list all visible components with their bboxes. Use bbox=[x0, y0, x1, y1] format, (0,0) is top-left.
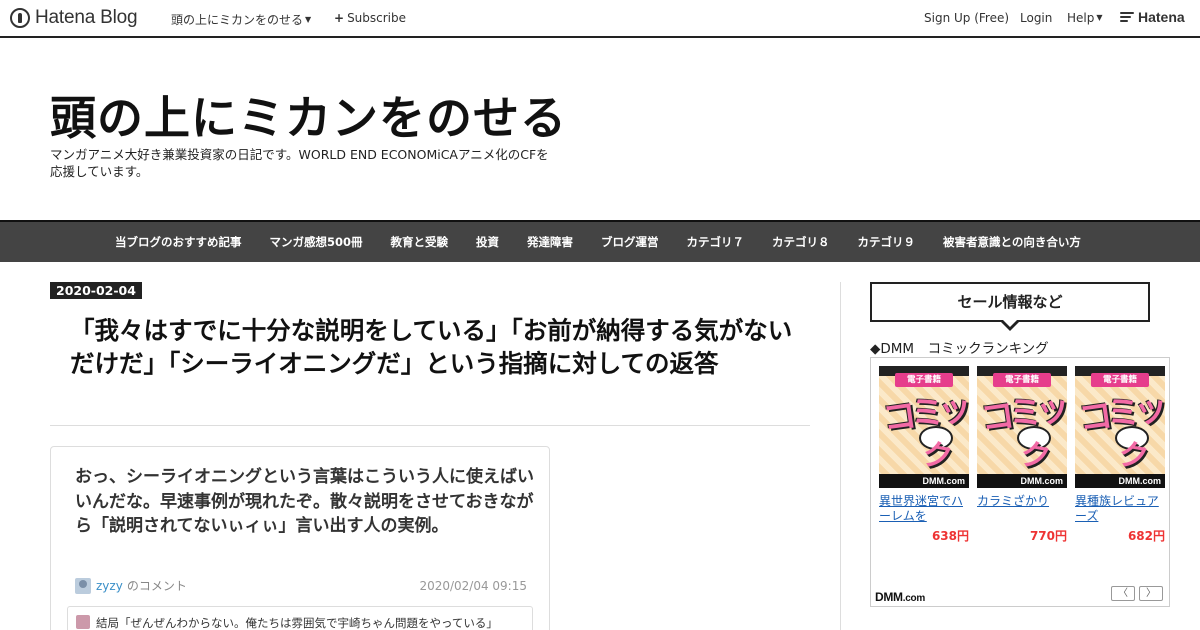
ranking-item[interactable]: 電子書籍 コミック DMM.com カラミざかり 770円 bbox=[977, 366, 1067, 544]
comment-timestamp[interactable]: 2020/02/04 09:15 bbox=[419, 579, 527, 593]
cover-brand: DMM.com bbox=[1075, 474, 1165, 488]
ranking-item[interactable]: 電子書籍 コミック DMM.com 異種族レビュアーズ 682円 bbox=[1075, 366, 1165, 544]
plus-icon: + bbox=[334, 11, 345, 25]
nav-item[interactable]: 発達障害 bbox=[513, 234, 587, 250]
global-header: Hatena Blog 頭の上にミカンをのせる ▼ + Subscribe Sign… bbox=[0, 0, 1200, 38]
category-nav: 当ブログのおすすめ記事 マンガ感想500冊 教育と受験 投資 発達障害 ブログ運営 カテゴリ… bbox=[0, 220, 1200, 262]
entry-title[interactable]: 「我々はすでに十分な説明をしている」「お前が納得する気がないだけだ」「シーライオ… bbox=[70, 314, 805, 380]
bookmark-comment-card: おっ、シーライオニングという言葉はこういう人に使えばいいんだな。早速事例が現れた… bbox=[50, 446, 550, 630]
signup-link[interactable]: Sign Up (Free) bbox=[924, 11, 1009, 25]
chevron-down-icon: ▼ bbox=[1096, 13, 1103, 22]
hatena-logo-text: Hatena bbox=[1138, 9, 1185, 25]
dmm-logo-suffix: .com bbox=[902, 593, 925, 604]
comment-label: のコメント bbox=[126, 579, 187, 593]
nav-item[interactable]: マンガ感想500冊 bbox=[256, 234, 377, 250]
login-link[interactable]: Login bbox=[1020, 11, 1052, 25]
nav-item[interactable]: ブログ運営 bbox=[587, 234, 673, 250]
dmm-ranking-widget: 電子書籍 コミック DMM.com 異世界迷宮でハーレムを 638円 電子書籍 コミック DM… bbox=[870, 357, 1170, 607]
prev-button[interactable]: 〈 bbox=[1111, 586, 1135, 601]
dmm-logo-text: DMM bbox=[875, 590, 903, 604]
hatena-stripes-icon bbox=[1120, 12, 1134, 22]
comic-title-link[interactable]: 異種族レビュアーズ bbox=[1075, 494, 1165, 524]
blog-menu-dropdown[interactable]: 頭の上にミカンをのせる ▼ bbox=[171, 11, 311, 28]
cover-brand: DMM.com bbox=[977, 474, 1067, 488]
comic-cover-image[interactable]: 電子書籍 コミック DMM.com bbox=[879, 366, 969, 488]
sidebar-divider bbox=[840, 282, 841, 630]
comment-user-link[interactable]: zyzy bbox=[96, 579, 123, 593]
blog-title[interactable]: 頭の上にミカンをのせる bbox=[50, 82, 567, 148]
quote-text: 結局「ぜんぜんわからない。俺たちは雰囲気で宇崎ちゃん問題をやっている」 bbox=[96, 616, 498, 630]
comic-price: 682円 bbox=[1127, 529, 1165, 543]
sidebar-subheading: ◆DMM コミックランキング bbox=[870, 341, 1049, 357]
help-dropdown[interactable]: Help ▼ bbox=[1067, 11, 1103, 25]
comic-title-link[interactable]: カラミざかり bbox=[977, 494, 1067, 524]
comic-cover-image[interactable]: 電子書籍 コミック DMM.com bbox=[1075, 366, 1165, 488]
chevron-down-icon: ▼ bbox=[305, 15, 312, 24]
category-nav-list: 当ブログのおすすめ記事 マンガ感想500冊 教育と受験 投資 発達障害 ブログ運営 カテゴリ… bbox=[101, 222, 1095, 262]
cover-ku-text: ク bbox=[919, 436, 956, 477]
comic-cover-image[interactable]: 電子書籍 コミック DMM.com bbox=[977, 366, 1067, 488]
embedded-quote[interactable]: 結局「ぜんぜんわからない。俺たちは雰囲気で宇崎ちゃん問題をやっている」 bbox=[67, 606, 533, 630]
logo-text: Hatena Blog bbox=[35, 7, 138, 28]
blog-description: マンガアニメ大好き兼業投資家の日記です。WORLD END ECONOMiCAア… bbox=[50, 147, 549, 179]
hatena-logo[interactable]: Hatena bbox=[1120, 9, 1185, 25]
heading-pointer bbox=[999, 318, 1021, 331]
nav-item[interactable]: 被害者意識との向き合い方 bbox=[929, 234, 1095, 250]
subscribe-label: Subscribe bbox=[347, 11, 407, 25]
ranking-item[interactable]: 電子書籍 コミック DMM.com 異世界迷宮でハーレムを 638円 bbox=[879, 366, 969, 544]
cover-ku-text: ク bbox=[1017, 436, 1054, 477]
title-divider bbox=[50, 425, 810, 426]
blog-menu-label: 頭の上にミカンをのせる bbox=[171, 13, 304, 27]
subscribe-button[interactable]: + Subscribe bbox=[334, 11, 406, 25]
avatar[interactable] bbox=[75, 577, 91, 594]
nav-item[interactable]: 当ブログのおすすめ記事 bbox=[101, 234, 256, 250]
comment-meta: zyzy のコメント 2020/02/04 09:15 bbox=[75, 577, 527, 594]
cover-ku-text: ク bbox=[1115, 436, 1152, 477]
comic-title-link[interactable]: 異世界迷宮でハーレムを bbox=[879, 494, 969, 524]
hatena-blog-logo[interactable]: Hatena Blog bbox=[10, 7, 138, 29]
dmm-logo[interactable]: DMM.com bbox=[875, 590, 925, 604]
nav-item[interactable]: カテゴリ９ bbox=[844, 234, 930, 250]
nav-item[interactable]: 投資 bbox=[462, 234, 513, 250]
comic-price: 770円 bbox=[1029, 529, 1067, 543]
next-button[interactable]: 〉 bbox=[1139, 586, 1163, 601]
comment-text: おっ、シーライオニングという言葉はこういう人に使えばいいんだな。早速事例が現れた… bbox=[75, 467, 534, 536]
nav-item[interactable]: カテゴリ７ bbox=[673, 234, 759, 250]
help-label: Help bbox=[1067, 11, 1095, 25]
nav-item[interactable]: カテゴリ８ bbox=[758, 234, 844, 250]
entry-date[interactable]: 2020-02-04 bbox=[50, 282, 142, 299]
cover-brand: DMM.com bbox=[879, 474, 969, 488]
sidebar-heading: セール情報など bbox=[870, 282, 1150, 322]
hatena-pen-icon bbox=[10, 8, 30, 28]
nav-item[interactable]: 教育と受験 bbox=[377, 234, 463, 250]
comic-price: 638円 bbox=[931, 529, 969, 543]
avatar bbox=[76, 615, 90, 629]
